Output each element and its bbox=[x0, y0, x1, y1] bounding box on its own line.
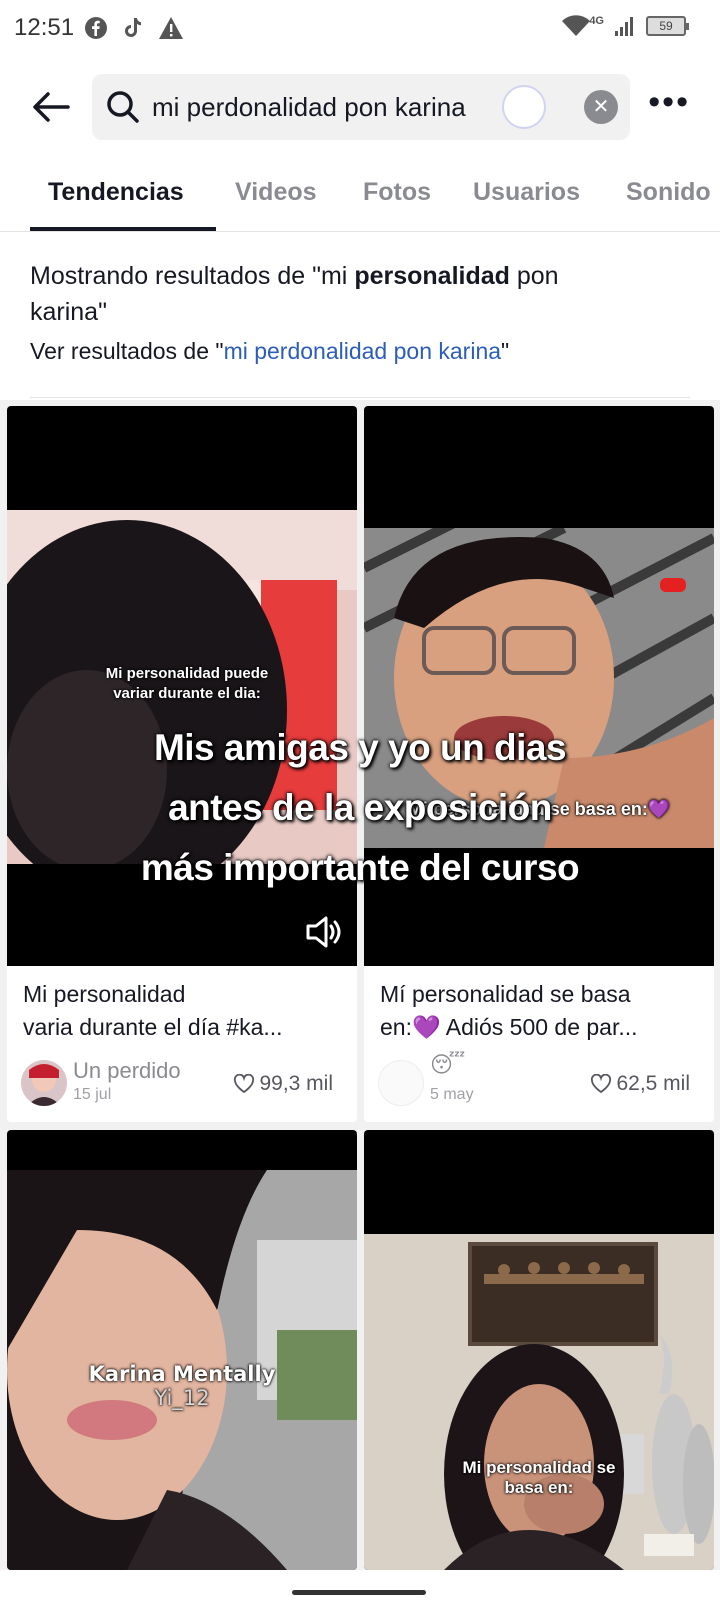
tab-tendencias[interactable]: Tendencias bbox=[48, 178, 184, 207]
thumbnail-caption: Mi personalidad se basa en: bbox=[462, 1458, 616, 1497]
like-count: 62,5 mil bbox=[590, 1072, 690, 1096]
see-results-for: Ver resultados de "mi perdonalidad pon k… bbox=[30, 338, 510, 364]
status-bar: 12:51 4G 59 bbox=[0, 0, 720, 60]
search-correction: Mostrando resultados de "mi personalidad… bbox=[30, 258, 690, 368]
post-date: 15 jul bbox=[73, 1086, 112, 1103]
clear-search-button[interactable]: ✕ bbox=[584, 90, 618, 124]
system-icons: 4G 59 bbox=[561, 14, 689, 38]
notification-icons bbox=[84, 16, 184, 40]
video-thumbnail[interactable]: Mi personalidad se basa en: bbox=[364, 1130, 714, 1570]
video-title: Mí personalidad se basa en:💜 Adiós 500 d… bbox=[380, 981, 638, 1040]
wifi-icon bbox=[562, 15, 591, 37]
heart-icon bbox=[234, 1074, 255, 1094]
thumbnail-caption: Mi personalidad puede variar durante el … bbox=[105, 665, 269, 702]
post-date: 5 may bbox=[430, 1086, 474, 1103]
like-count: 99,3 mil bbox=[233, 1072, 333, 1096]
volume-icon[interactable] bbox=[304, 912, 344, 952]
original-query-link[interactable]: mi perdonalidad pon karina bbox=[224, 338, 501, 364]
network-label: 4G bbox=[589, 15, 604, 27]
home-gesture-handle[interactable] bbox=[292, 1590, 426, 1595]
search-input[interactable]: mi perdonalidad pon karina ✕ bbox=[92, 74, 630, 140]
more-options-icon[interactable]: ••• bbox=[648, 85, 690, 119]
video-meta: Un perdido 15 jul 99,3 mil bbox=[21, 1058, 341, 1108]
signal-icon bbox=[615, 17, 633, 36]
author-name[interactable]: Un perdido bbox=[73, 1058, 181, 1084]
video-card[interactable]: Karina Mentally Yi_12 bbox=[7, 1130, 357, 1570]
video-card[interactable]: Mi personalidad se basa en: bbox=[364, 1130, 714, 1570]
search-query[interactable]: mi perdonalidad pon karina bbox=[152, 92, 466, 123]
warning-icon bbox=[159, 17, 183, 39]
tiktok-icon bbox=[125, 18, 141, 37]
video-title: Mi personalidad varia durante el día #ka… bbox=[23, 981, 283, 1040]
floating-video-caption: Mis amigas y yo un dias antes de la expo… bbox=[140, 727, 580, 888]
avatar[interactable] bbox=[378, 1060, 424, 1106]
battery-icon: 59 bbox=[646, 16, 689, 36]
active-tab-indicator bbox=[30, 227, 216, 231]
video-thumbnail[interactable]: Karina Mentally Yi_12 bbox=[7, 1130, 357, 1570]
search-header: mi perdonalidad pon karina ✕ ••• bbox=[0, 70, 720, 144]
status-time: 12:51 bbox=[14, 14, 75, 41]
author-emoji[interactable]: 😴 bbox=[430, 1052, 465, 1078]
loading-spinner bbox=[502, 85, 546, 129]
showing-results-text: Mostrando resultados de "mi personalidad… bbox=[30, 262, 559, 326]
facebook-icon bbox=[85, 17, 107, 39]
back-arrow-icon[interactable] bbox=[28, 84, 74, 130]
video-meta: 😴 5 may 62,5 mil bbox=[378, 1052, 698, 1108]
avatar[interactable] bbox=[21, 1060, 67, 1106]
thumbnail-image bbox=[364, 1234, 714, 1570]
tab-videos[interactable]: Videos bbox=[235, 178, 317, 207]
thumbnail-caption: Karina Mentally Yi_12 bbox=[88, 1362, 276, 1410]
search-icon bbox=[107, 91, 139, 123]
divider bbox=[30, 397, 690, 398]
tab-sonidos[interactable]: Sonido bbox=[626, 178, 711, 207]
search-tabs: Tendencias Videos Fotos Usuarios Sonido bbox=[0, 160, 720, 232]
tab-usuarios[interactable]: Usuarios bbox=[473, 178, 580, 207]
heart-icon bbox=[591, 1074, 612, 1094]
tab-fotos[interactable]: Fotos bbox=[363, 178, 431, 207]
system-nav-bar bbox=[0, 1570, 720, 1608]
